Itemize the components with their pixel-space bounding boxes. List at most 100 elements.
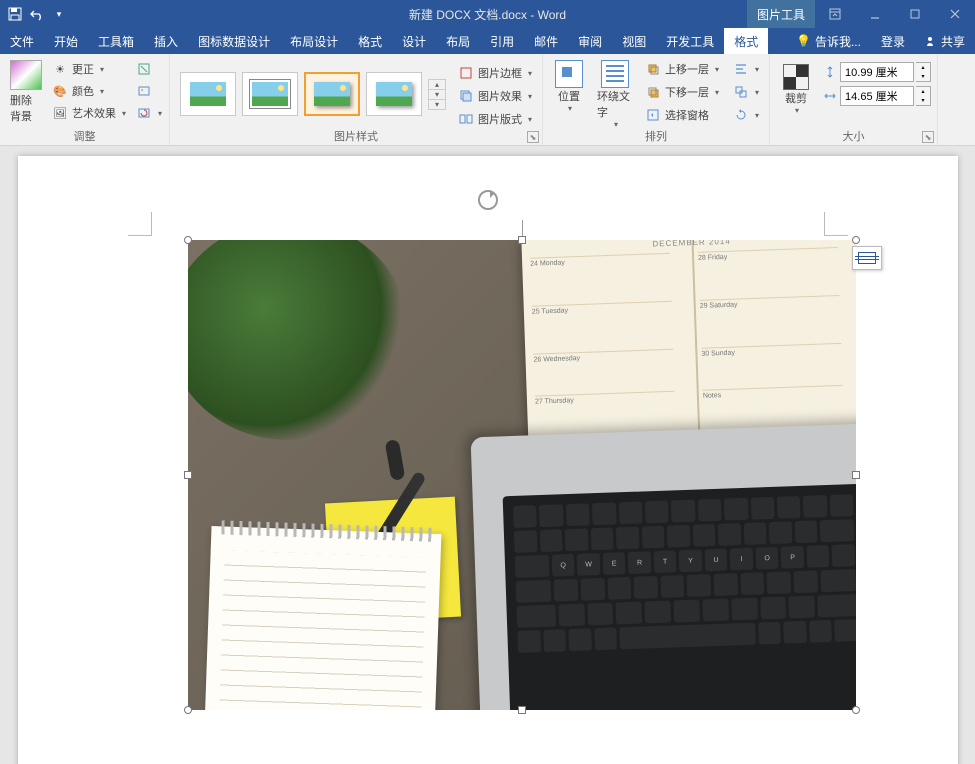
selection-pane-icon: [645, 107, 661, 123]
minimize-icon[interactable]: [855, 0, 895, 28]
group-size: 裁剪▾ ▴▾ ▴▾ 大小 ⬊: [770, 54, 938, 145]
resize-handle-bl[interactable]: [184, 706, 192, 714]
compress-pictures-button[interactable]: [132, 58, 166, 80]
height-up-icon[interactable]: ▴: [916, 63, 930, 72]
tab-home[interactable]: 开始: [44, 28, 88, 54]
selected-image[interactable]: DECEMBER 2014 24 Monday 25 Tuesday 26 We…: [188, 240, 856, 710]
tab-review[interactable]: 审阅: [568, 28, 612, 54]
tab-toolbox[interactable]: 工具箱: [88, 28, 144, 54]
save-icon[interactable]: [6, 5, 24, 23]
width-down-icon[interactable]: ▾: [916, 96, 930, 105]
close-icon[interactable]: [935, 0, 975, 28]
rotate-button[interactable]: ▾: [729, 104, 763, 126]
reset-picture-button[interactable]: ▾: [132, 102, 166, 124]
gallery-down-icon[interactable]: ▾: [429, 90, 445, 100]
artistic-effects-button[interactable]: 🖼艺术效果▾: [48, 102, 130, 124]
style-thumb-1[interactable]: [180, 72, 236, 116]
layout-icon: [458, 111, 474, 127]
resize-handle-mr[interactable]: [852, 471, 860, 479]
planner-day: Notes: [702, 385, 842, 400]
crop-button[interactable]: 裁剪▾: [776, 62, 816, 117]
planner-day: 25 Tuesday: [531, 301, 671, 316]
width-input[interactable]: [840, 86, 914, 106]
key: P: [780, 546, 803, 569]
tab-mail[interactable]: 邮件: [524, 28, 568, 54]
gallery-more-icon[interactable]: ▾: [429, 100, 445, 109]
remove-bg-label: 删除背景: [10, 92, 42, 124]
effects-icon: [458, 88, 474, 104]
key: E: [602, 552, 625, 575]
tell-me-label: 告诉我...: [815, 33, 861, 50]
key: O: [755, 547, 778, 570]
change-picture-icon: [136, 83, 152, 99]
gallery-up-icon[interactable]: ▴: [429, 80, 445, 90]
tab-design[interactable]: 设计: [392, 28, 436, 54]
artistic-icon: 🖼: [52, 105, 68, 121]
corrections-button[interactable]: ☀更正▾: [48, 58, 130, 80]
document-area[interactable]: DECEMBER 2014 24 Monday 25 Tuesday 26 We…: [0, 146, 975, 764]
tab-format-active[interactable]: 格式: [724, 28, 768, 54]
height-input[interactable]: [840, 62, 914, 82]
resize-handle-bm[interactable]: [518, 706, 526, 714]
tab-chartdata[interactable]: 图标数据设计: [188, 28, 280, 54]
width-up-icon[interactable]: ▴: [916, 87, 930, 96]
selection-pane-button[interactable]: 选择窗格: [641, 104, 723, 126]
remove-background-button[interactable]: 删除背景: [6, 58, 46, 126]
style-thumb-2[interactable]: [242, 72, 298, 116]
align-button[interactable]: ▾: [729, 58, 763, 80]
send-backward-icon: [645, 84, 661, 100]
layout-options-icon: [858, 252, 876, 264]
tell-me[interactable]: 💡告诉我...: [786, 28, 871, 54]
styles-launcher-icon[interactable]: ⬊: [527, 131, 539, 143]
picture-style-gallery: ▴ ▾ ▾: [176, 58, 450, 130]
planner-day: 28 Friday: [697, 247, 837, 262]
wrap-text-button[interactable]: 环绕文字▾: [595, 58, 635, 131]
resize-handle-ml[interactable]: [184, 471, 192, 479]
undo-icon[interactable]: [28, 5, 46, 23]
ribbon-tabs: 文件 开始 工具箱 插入 图标数据设计 布局设计 格式 设计 布局 引用 邮件 …: [0, 28, 975, 54]
planner-day: 27 Thursday: [534, 391, 674, 406]
page: DECEMBER 2014 24 Monday 25 Tuesday 26 We…: [18, 156, 958, 764]
border-icon: [458, 65, 474, 81]
key: T: [653, 550, 676, 573]
align-icon: [733, 61, 749, 77]
style-thumb-4[interactable]: [366, 72, 422, 116]
position-button[interactable]: 位置▾: [549, 58, 589, 131]
resize-handle-tm[interactable]: [518, 236, 526, 244]
bring-forward-button[interactable]: 上移一层▾: [641, 58, 723, 80]
tab-layout[interactable]: 布局: [436, 28, 480, 54]
tab-references[interactable]: 引用: [480, 28, 524, 54]
key: U: [704, 549, 727, 572]
ribbon-options-icon[interactable]: [815, 0, 855, 28]
resize-handle-br[interactable]: [852, 706, 860, 714]
qat-dropdown-icon[interactable]: ▾: [50, 5, 68, 23]
picture-border-button[interactable]: 图片边框▾: [454, 62, 536, 84]
group-button[interactable]: ▾: [729, 81, 763, 103]
send-backward-button[interactable]: 下移一层▾: [641, 81, 723, 103]
margin-corner-tr: [824, 212, 848, 236]
resize-handle-tl[interactable]: [184, 236, 192, 244]
tab-format[interactable]: 格式: [348, 28, 392, 54]
tab-insert[interactable]: 插入: [144, 28, 188, 54]
tab-view[interactable]: 视图: [612, 28, 656, 54]
tab-file[interactable]: 文件: [0, 28, 44, 54]
rotate-connector: [522, 220, 523, 236]
height-down-icon[interactable]: ▾: [916, 72, 930, 81]
resize-handle-tr[interactable]: [852, 236, 860, 244]
size-group-label: 大小: [770, 128, 937, 144]
picture-effects-button[interactable]: 图片效果▾: [454, 85, 536, 107]
maximize-icon[interactable]: [895, 0, 935, 28]
tab-layout-design[interactable]: 布局设计: [280, 28, 348, 54]
layout-options-button[interactable]: [852, 246, 882, 270]
share-button[interactable]: 共享: [915, 28, 975, 54]
group-icon: [733, 84, 749, 100]
rotate-handle[interactable]: [478, 190, 498, 210]
login-button[interactable]: 登录: [871, 28, 915, 54]
color-button[interactable]: 🎨颜色▾: [48, 80, 130, 102]
picture-layout-button[interactable]: 图片版式▾: [454, 108, 536, 130]
tab-developer[interactable]: 开发工具: [656, 28, 724, 54]
size-launcher-icon[interactable]: ⬊: [922, 131, 934, 143]
arrange-group-label: 排列: [543, 128, 769, 144]
change-picture-button[interactable]: [132, 80, 166, 102]
style-thumb-3[interactable]: [304, 72, 360, 116]
